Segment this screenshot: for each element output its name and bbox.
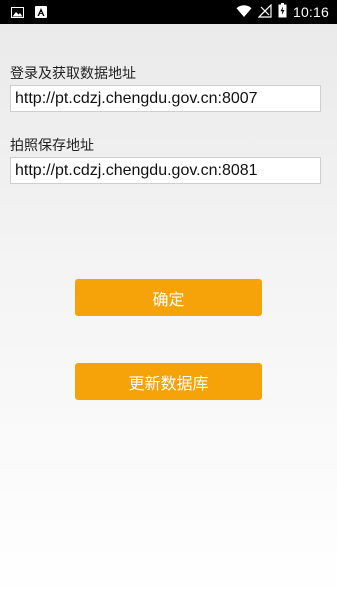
- wifi-icon: [236, 3, 252, 22]
- login-url-label: 登录及获取数据地址: [10, 66, 136, 82]
- image-icon: [10, 5, 24, 19]
- photo-url-label: 拍照保存地址: [10, 138, 94, 154]
- photo-url-field[interactable]: [10, 157, 321, 184]
- status-bar: 10:16: [0, 0, 337, 24]
- login-url-field[interactable]: [10, 85, 321, 112]
- signal-icon: [257, 3, 272, 22]
- status-left-icons: [10, 5, 48, 19]
- update-database-button[interactable]: 更新数据库: [75, 363, 262, 400]
- app-a-icon: [34, 5, 48, 19]
- status-time: 10:16: [292, 4, 329, 20]
- battery-icon: [278, 2, 287, 22]
- confirm-button[interactable]: 确定: [75, 279, 262, 316]
- status-right-icons: 10:16: [236, 2, 329, 22]
